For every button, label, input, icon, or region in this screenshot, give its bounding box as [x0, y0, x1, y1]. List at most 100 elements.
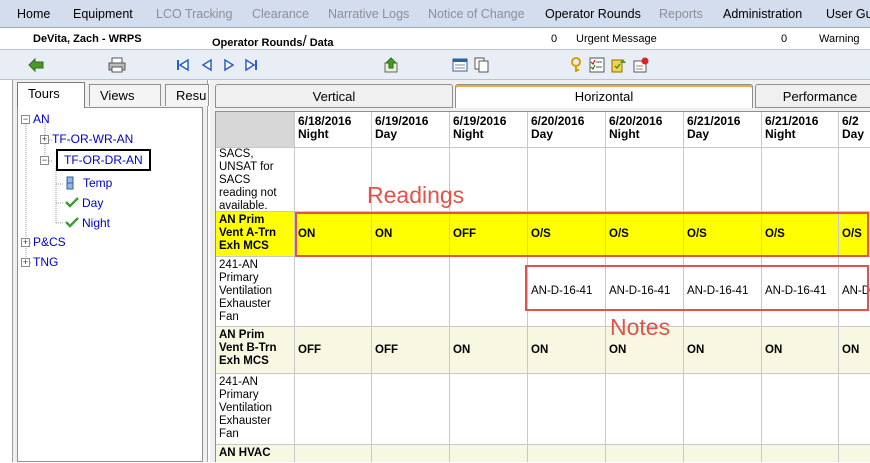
note-cell[interactable]: [295, 257, 372, 327]
assign-icon[interactable]: [610, 56, 628, 74]
tree-node-pcs[interactable]: P&CS: [33, 235, 66, 249]
grid-corner-header: [216, 112, 295, 148]
notes-annotation: Notes: [610, 314, 671, 340]
reading-cell[interactable]: [839, 445, 870, 462]
note-cell[interactable]: [372, 257, 450, 327]
last-record-icon[interactable]: [243, 56, 259, 74]
note-cell[interactable]: [450, 257, 528, 327]
column-header[interactable]: 6/19/2016 Night: [450, 112, 528, 148]
note-cell[interactable]: [606, 374, 684, 445]
key-icon[interactable]: [567, 56, 585, 74]
reading-cell[interactable]: ON: [762, 327, 839, 374]
warning-label[interactable]: Warning: [819, 33, 860, 45]
column-header[interactable]: 6/20/2016 Day: [528, 112, 606, 148]
grid-cell[interactable]: [684, 148, 762, 212]
grid-cell[interactable]: [762, 148, 839, 212]
grid-cell[interactable]: [528, 148, 606, 212]
expand-pcs-toggle[interactable]: +: [21, 238, 30, 247]
urgent-message-label[interactable]: Urgent Message: [576, 33, 657, 45]
previous-record-icon[interactable]: [199, 56, 215, 74]
note-cell[interactable]: [762, 374, 839, 445]
next-record-icon[interactable]: [221, 56, 237, 74]
reading-cell[interactable]: [295, 445, 372, 462]
reading-cell[interactable]: ON: [528, 327, 606, 374]
alert-icon[interactable]: [632, 56, 650, 74]
expand-tf-or-wr-an-toggle[interactable]: +: [40, 135, 49, 144]
grid-cell[interactable]: [295, 148, 372, 212]
column-header[interactable]: 6/19/2016 Day: [372, 112, 450, 148]
module-title: Operator Rounds/ Data: [212, 33, 334, 50]
menu-clearance[interactable]: Clearance: [252, 7, 309, 21]
tab-views[interactable]: Views: [89, 84, 161, 106]
note-cell[interactable]: [528, 374, 606, 445]
reading-cell[interactable]: ON: [839, 327, 870, 374]
menu-administration[interactable]: Administration: [723, 7, 802, 21]
tab-tours[interactable]: Tours: [17, 82, 85, 108]
row-label: 241-AN Primary Ventilation Exhauster Fan: [216, 374, 295, 445]
reading-cell[interactable]: ON: [684, 327, 762, 374]
expand-tng-toggle[interactable]: +: [21, 258, 30, 267]
row-label: AN Prim Vent A-Trn Exh MCS: [216, 212, 295, 257]
collapse-tf-or-dr-an-toggle[interactable]: −: [40, 156, 49, 165]
tree-node-tf-or-wr-an[interactable]: TF-OR-WR-AN: [52, 132, 133, 146]
tree-node-night[interactable]: Night: [82, 216, 110, 230]
tree-node-temp[interactable]: Temp: [83, 176, 112, 190]
checkmark-icon: [65, 216, 79, 231]
reading-cell[interactable]: ON: [450, 327, 528, 374]
reading-cell[interactable]: [684, 445, 762, 462]
menu-home[interactable]: Home: [17, 7, 50, 21]
notes-highlight-box: [525, 265, 869, 311]
reading-cell[interactable]: [762, 445, 839, 462]
form-view-icon[interactable]: [451, 56, 469, 74]
column-header[interactable]: 6/21/2016 Night: [762, 112, 839, 148]
readings-highlight-box: [295, 212, 869, 257]
toolbar: [0, 50, 870, 80]
reading-cell[interactable]: [450, 445, 528, 462]
menu-lco-tracking[interactable]: LCO Tracking: [156, 7, 232, 21]
tab-results[interactable]: Resu: [165, 84, 209, 106]
upload-icon[interactable]: [382, 56, 400, 74]
note-cell[interactable]: [684, 374, 762, 445]
menu-narrative-logs[interactable]: Narrative Logs: [328, 7, 409, 21]
tree-node-day[interactable]: Day: [82, 196, 103, 210]
tree-node-tng[interactable]: TNG: [33, 255, 58, 269]
checklist-icon[interactable]: [588, 56, 606, 74]
warning-count: 0: [781, 33, 788, 45]
tab-horizontal[interactable]: Horizontal: [455, 84, 753, 108]
reading-cell[interactable]: [606, 445, 684, 462]
collapse-an-toggle[interactable]: −: [21, 115, 30, 124]
menu-operator-rounds[interactable]: Operator Rounds: [545, 7, 641, 21]
column-header[interactable]: 6/2 Day: [839, 112, 870, 148]
grid-cell[interactable]: [606, 148, 684, 212]
temp-gauge-icon: [64, 176, 76, 190]
column-header[interactable]: 6/21/2016 Day: [684, 112, 762, 148]
print-icon[interactable]: [107, 56, 127, 74]
reading-cell[interactable]: OFF: [295, 327, 372, 374]
menu-user-guide[interactable]: User Gui: [826, 7, 870, 21]
copy-icon[interactable]: [473, 56, 491, 74]
grid-cell[interactable]: [839, 148, 870, 212]
back-arrow-icon[interactable]: [26, 56, 46, 74]
reading-cell[interactable]: OFF: [372, 327, 450, 374]
menu-reports[interactable]: Reports: [659, 7, 703, 21]
note-cell[interactable]: [839, 374, 870, 445]
tree-node-tf-or-dr-an[interactable]: TF-OR-DR-AN: [56, 149, 151, 171]
reading-cell[interactable]: [372, 445, 450, 462]
reading-cell[interactable]: [528, 445, 606, 462]
first-record-icon[interactable]: [175, 56, 191, 74]
user-status-bar: DeVita, Zach - WRPS Operator Rounds/ Dat…: [0, 28, 870, 50]
tree-node-an[interactable]: AN: [33, 112, 50, 126]
menu-notice-of-change[interactable]: Notice of Change: [428, 7, 525, 21]
tour-tree: − AN + TF-OR-WR-AN − TF-OR-DR-AN Temp Da…: [17, 107, 203, 462]
main-menu-bar: Home Equipment LCO Tracking Clearance Na…: [0, 0, 870, 28]
note-cell[interactable]: [372, 374, 450, 445]
note-cell[interactable]: [450, 374, 528, 445]
tab-vertical[interactable]: Vertical: [215, 84, 453, 108]
row-label: SACS, UNSAT for SACS reading not availab…: [216, 148, 295, 212]
menu-equipment[interactable]: Equipment: [73, 7, 133, 21]
tab-performance[interactable]: Performance: [755, 84, 870, 108]
urgent-count: 0: [551, 33, 558, 45]
column-header[interactable]: 6/18/2016 Night: [295, 112, 372, 148]
note-cell[interactable]: [295, 374, 372, 445]
column-header[interactable]: 6/20/2016 Night: [606, 112, 684, 148]
